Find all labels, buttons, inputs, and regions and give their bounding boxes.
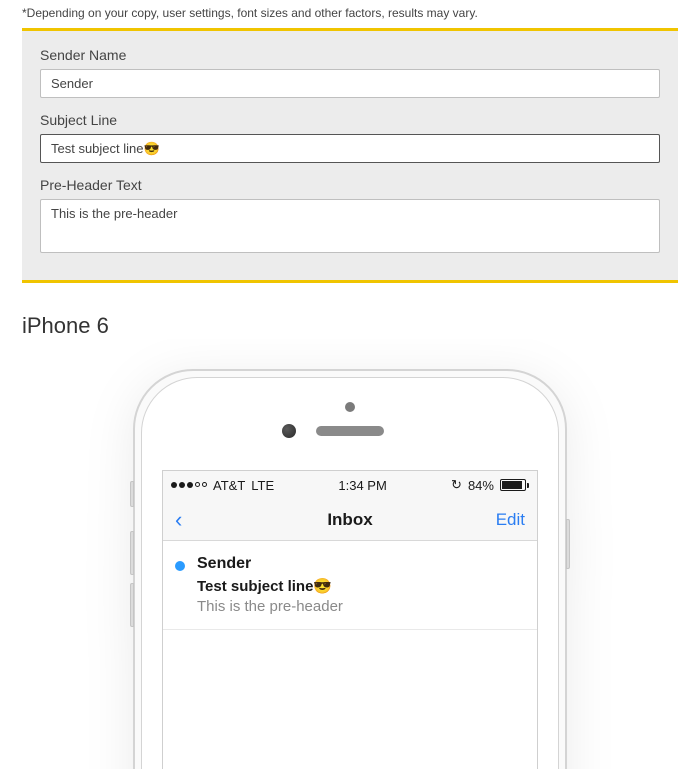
status-time: 1:34 PM	[338, 478, 386, 493]
edit-button[interactable]: Edit	[496, 510, 525, 530]
battery-icon	[500, 479, 529, 491]
phone-preview: AT&T LTE 1:34 PM ↻ 84% ‹ Inbox	[0, 339, 700, 769]
preheader-label: Pre-Header Text	[40, 177, 660, 193]
inbox-title: Inbox	[163, 510, 537, 530]
email-preview-form: Sender Name Subject Line Pre-Header Text…	[22, 28, 678, 283]
power-button-icon	[566, 519, 570, 569]
signal-strength-icon	[171, 482, 207, 488]
back-chevron-icon[interactable]: ‹	[175, 507, 182, 533]
volume-down-icon	[130, 583, 134, 627]
proximity-sensor-icon	[345, 402, 355, 412]
sender-name-input[interactable]	[40, 69, 660, 98]
network-label: LTE	[251, 478, 274, 493]
preheader-textarea[interactable]: This is the pre-header	[40, 199, 660, 253]
earpiece-speaker-icon	[316, 426, 384, 436]
mute-switch-icon	[130, 481, 134, 507]
front-camera-icon	[282, 424, 296, 438]
phone-frame: AT&T LTE 1:34 PM ↻ 84% ‹ Inbox	[133, 369, 567, 769]
disclaimer-text: *Depending on your copy, user settings, …	[22, 0, 678, 28]
phone-body: AT&T LTE 1:34 PM ↻ 84% ‹ Inbox	[141, 377, 559, 769]
device-heading: iPhone 6	[0, 283, 700, 339]
unread-indicator-icon	[175, 561, 185, 571]
sync-icon: ↻	[451, 477, 462, 493]
mail-list-item[interactable]: Sender Test subject line😎 This is the pr…	[163, 541, 537, 630]
inbox-nav-bar: ‹ Inbox Edit	[163, 499, 537, 541]
subject-line-label: Subject Line	[40, 112, 660, 128]
battery-percent: 84%	[468, 478, 494, 493]
mail-preview: This is the pre-header	[197, 598, 521, 615]
status-bar: AT&T LTE 1:34 PM ↻ 84%	[163, 471, 537, 499]
sender-name-label: Sender Name	[40, 47, 660, 63]
mail-subject: Test subject line😎	[197, 577, 521, 595]
mail-sender: Sender	[197, 555, 521, 573]
subject-line-input[interactable]	[40, 134, 660, 163]
carrier-label: AT&T	[213, 478, 245, 493]
volume-up-icon	[130, 531, 134, 575]
phone-screen: AT&T LTE 1:34 PM ↻ 84% ‹ Inbox	[162, 470, 538, 769]
